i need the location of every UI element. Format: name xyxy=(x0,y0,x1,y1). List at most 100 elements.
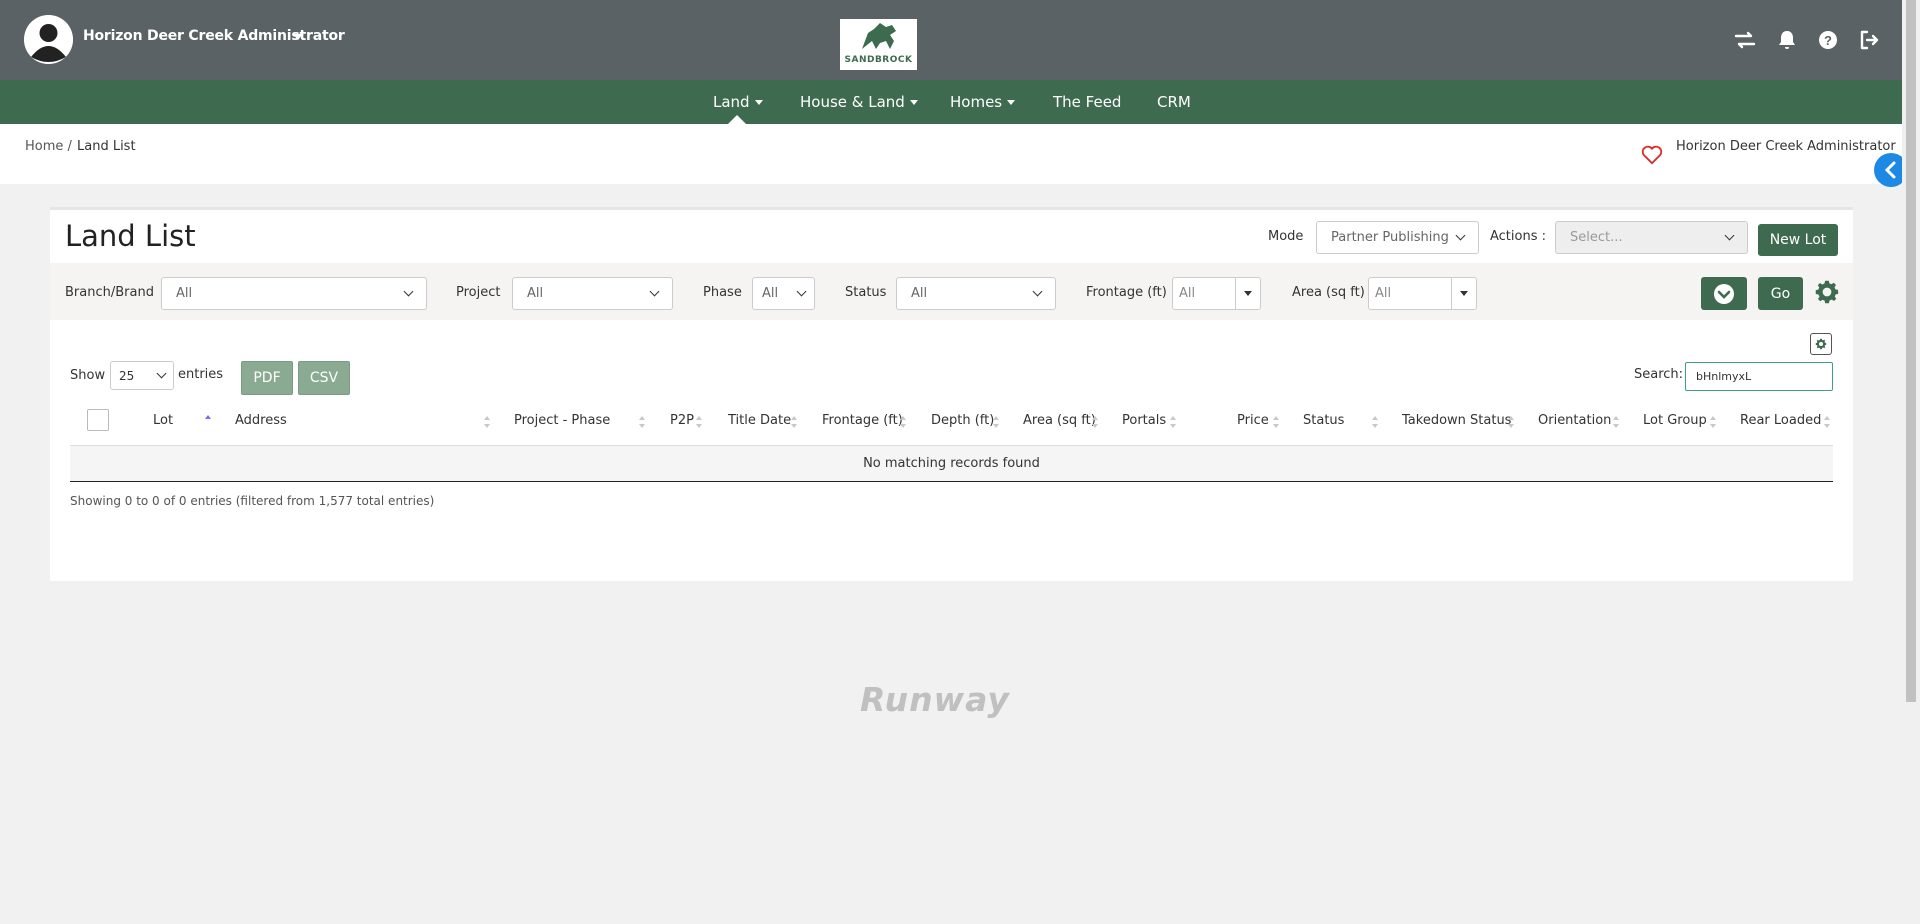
runway-brand-watermark: Runway xyxy=(860,680,1010,719)
sort-icon[interactable] xyxy=(696,416,702,428)
bell-icon[interactable] xyxy=(1775,28,1799,52)
breadcrumb-bar xyxy=(0,124,1902,184)
caret-down-icon[interactable] xyxy=(1451,278,1476,309)
actions-select[interactable]: Select... xyxy=(1555,221,1748,254)
sort-icon[interactable] xyxy=(993,416,999,428)
heart-icon[interactable] xyxy=(1641,145,1663,169)
chevron-circle-down-icon xyxy=(1714,283,1734,304)
sort-icon[interactable] xyxy=(1508,416,1514,428)
column-header-status[interactable]: Status xyxy=(1303,413,1344,428)
chevron-down-icon xyxy=(1724,230,1735,241)
frontage-filter-input[interactable]: All xyxy=(1172,277,1261,310)
page-size-select[interactable]: 25 xyxy=(110,361,174,390)
column-header-portals[interactable]: Portals xyxy=(1122,413,1166,428)
column-header-title-date[interactable]: Title Date xyxy=(728,413,791,428)
search-label: Search: xyxy=(1634,367,1684,382)
csv-export-button[interactable]: CSV xyxy=(298,361,350,395)
nav-item-house-land[interactable]: House & Land xyxy=(800,93,918,111)
sort-icon[interactable] xyxy=(1613,416,1619,428)
status-filter-select[interactable]: All xyxy=(896,277,1056,310)
breadcrumb-home-link[interactable]: Home / xyxy=(25,139,72,154)
sort-icon[interactable] xyxy=(900,416,906,428)
show-label: Show xyxy=(70,368,106,383)
search-input[interactable]: bHnlmyxL xyxy=(1685,362,1833,391)
chevron-down-icon xyxy=(156,368,167,379)
page-scrollbar-thumb[interactable] xyxy=(1906,0,1916,702)
brand-logo-text: SANDBROCK xyxy=(844,55,913,65)
nav-item-homes[interactable]: Homes xyxy=(950,93,1016,111)
branch-filter-select[interactable]: All xyxy=(161,277,427,310)
horse-logo-icon xyxy=(862,23,896,49)
column-header-depth[interactable]: Depth (ft) xyxy=(931,413,994,428)
area-filter-label: Area (sq ft) xyxy=(1292,285,1365,300)
column-header-rear-loaded[interactable]: Rear Loaded xyxy=(1740,413,1821,428)
project-filter-select[interactable]: All xyxy=(512,277,673,310)
column-header-lot-group[interactable]: Lot Group xyxy=(1643,413,1707,428)
status-filter-label: Status xyxy=(845,285,887,300)
nav-item-the-feed[interactable]: The Feed xyxy=(1053,93,1121,111)
filter-settings-gear-icon[interactable] xyxy=(1812,277,1842,307)
caret-down-icon[interactable] xyxy=(1235,278,1260,309)
sort-icon[interactable] xyxy=(1092,416,1098,428)
column-header-p2p[interactable]: P2P xyxy=(670,413,694,428)
active-nav-pointer xyxy=(728,115,746,124)
column-header-takedown-status[interactable]: Takedown Status xyxy=(1402,413,1511,428)
chevron-down-icon xyxy=(796,286,807,297)
chevron-down-icon xyxy=(403,286,414,297)
column-header-price[interactable]: Price xyxy=(1237,413,1269,428)
nav-item-crm[interactable]: CRM xyxy=(1157,93,1191,111)
table-info: Showing 0 to 0 of 0 entries (filtered fr… xyxy=(70,494,435,508)
area-filter-input[interactable]: All xyxy=(1368,277,1477,310)
chevron-down-icon xyxy=(1455,230,1466,241)
expand-filters-button[interactable] xyxy=(1701,277,1747,310)
sort-icon[interactable] xyxy=(1170,416,1176,428)
frontage-filter-label: Frontage (ft) xyxy=(1086,285,1167,300)
chevron-down-icon xyxy=(1007,100,1016,105)
sort-icon[interactable] xyxy=(1710,416,1716,428)
logout-icon[interactable] xyxy=(1857,28,1881,52)
column-settings-gear-icon[interactable] xyxy=(1810,333,1832,355)
nav-item-land[interactable]: Land xyxy=(713,93,763,111)
page-title: Land List xyxy=(65,219,196,253)
breadcrumb-current: Land List xyxy=(77,139,136,154)
sort-icon[interactable] xyxy=(1824,416,1830,428)
pdf-export-button[interactable]: PDF xyxy=(241,361,293,395)
chevron-down-icon xyxy=(649,286,660,297)
breadcrumb-user-name: Horizon Deer Creek Administrator xyxy=(1676,139,1896,154)
sort-icon[interactable] xyxy=(1372,416,1378,428)
table-bottom-border xyxy=(70,481,1833,482)
phase-filter-label: Phase xyxy=(703,285,742,300)
project-filter-label: Project xyxy=(456,285,501,300)
column-header-address[interactable]: Address xyxy=(235,413,287,428)
chevron-down-icon xyxy=(754,100,763,105)
user-silhouette-icon xyxy=(24,15,73,64)
help-icon[interactable]: ? xyxy=(1816,28,1840,52)
sort-icon[interactable] xyxy=(791,416,797,428)
svg-text:?: ? xyxy=(1824,33,1832,48)
phase-filter-select[interactable]: All xyxy=(752,277,815,310)
column-header-orientation[interactable]: Orientation xyxy=(1538,413,1611,428)
brand-logo: SANDBROCK xyxy=(840,19,917,70)
column-header-frontage[interactable]: Frontage (ft) xyxy=(822,413,903,428)
swap-icon[interactable] xyxy=(1733,28,1757,52)
column-header-lot[interactable]: Lot xyxy=(153,413,173,428)
user-menu-name[interactable]: Horizon Deer Creek Administrator xyxy=(83,28,345,44)
user-menu-caret-icon[interactable] xyxy=(293,34,303,40)
sort-icon[interactable] xyxy=(639,416,645,428)
go-button[interactable]: Go xyxy=(1758,277,1803,310)
user-avatar[interactable] xyxy=(24,15,73,64)
chevron-down-icon xyxy=(909,100,918,105)
entries-label: entries xyxy=(178,367,224,382)
mode-select[interactable]: Partner Publishing xyxy=(1316,221,1479,254)
sort-icon[interactable] xyxy=(1273,416,1279,428)
mode-label: Mode xyxy=(1268,229,1304,244)
sort-icon[interactable] xyxy=(484,416,490,428)
new-lot-button[interactable]: New Lot xyxy=(1758,224,1838,256)
branch-filter-label: Branch/Brand xyxy=(65,285,154,300)
column-header-area[interactable]: Area (sq ft) xyxy=(1023,413,1096,428)
empty-table-message: No matching records found xyxy=(863,456,1040,471)
sort-ascending-icon[interactable] xyxy=(205,415,211,427)
column-header-project-phase[interactable]: Project - Phase xyxy=(514,413,610,428)
chevron-down-icon xyxy=(1032,286,1043,297)
select-all-checkbox[interactable] xyxy=(87,409,109,431)
